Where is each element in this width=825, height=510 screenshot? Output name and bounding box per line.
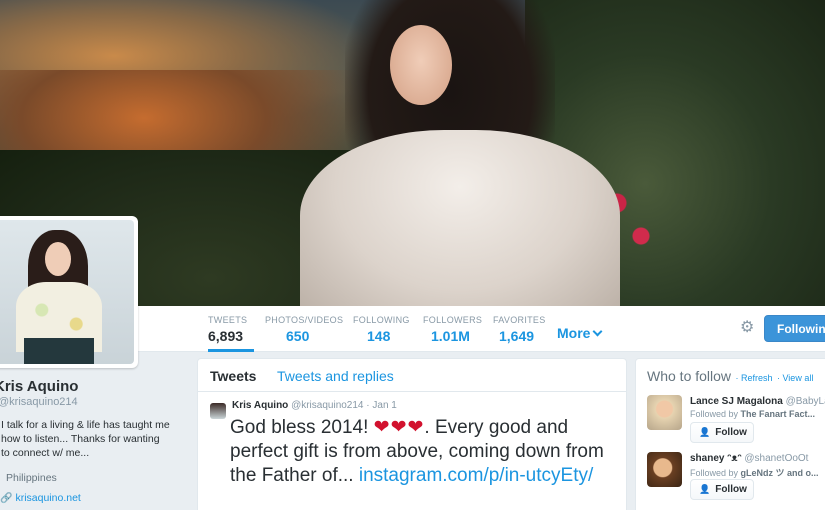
profile-bio: I talk for a living & life has taught me… (1, 419, 170, 459)
tweet-timestamp[interactable]: Jan 1 (372, 400, 396, 411)
followed-by-prefix: Followed by (690, 409, 739, 419)
following-button[interactable]: Following (764, 315, 825, 342)
follow-label: Follow (715, 484, 747, 495)
follow-label: Follow (715, 427, 747, 438)
stat-value: 148 (367, 328, 391, 344)
tab-tweets-and-replies[interactable]: Tweets and replies (277, 368, 394, 384)
more-dropdown[interactable]: More (557, 325, 603, 341)
stat-value: 1.01M (431, 328, 470, 344)
stat-label: FOLLOWERS (423, 315, 483, 325)
who-to-follow-title: Who to follow (647, 368, 732, 384)
tweet[interactable]: Kris Aquino @krisaquino214 · Jan 1 God b… (198, 392, 626, 488)
add-user-icon: 👤 (699, 484, 711, 494)
followed-by-prefix: Followed by (690, 468, 739, 478)
profile-location: Philippines (6, 472, 180, 484)
hearts-emoji: ❤❤❤ (373, 417, 425, 438)
tweet-author-handle[interactable]: @krisaquino214 (291, 400, 363, 411)
tweet-author-name[interactable]: Kris Aquino (232, 400, 288, 411)
more-label: More (557, 325, 591, 341)
followed-by-name[interactable]: gLeNdz ツ and o... (741, 468, 819, 478)
profile-name[interactable]: Kris Aquino (0, 378, 180, 395)
add-user-icon: 👤 (699, 427, 711, 437)
follow-button[interactable]: 👤 Follow (690, 479, 754, 500)
followed-by-name[interactable]: The Fanart Fact... (741, 409, 816, 419)
link-icon: 🔗 (0, 493, 13, 504)
tab-tweets[interactable]: Tweets (210, 368, 256, 384)
chevron-down-icon (593, 326, 603, 337)
stat-photos-videos[interactable]: PHOTOS/VIDEOS 650 (265, 306, 344, 352)
suggested-user-name[interactable]: Lance SJ Magalona (690, 396, 783, 407)
followed-by: Followed by gLeNdz ツ and o... (690, 466, 825, 479)
stat-label: FOLLOWING (353, 315, 410, 325)
stat-label: FAVORITES (493, 315, 546, 325)
suggested-user-name-row: Lance SJ Magalona @BabyLa... (690, 396, 825, 407)
stat-tweets[interactable]: TWEETS 6,893 (208, 306, 254, 352)
website-text[interactable]: krisaquino.net (15, 492, 80, 504)
avatar[interactable] (647, 395, 682, 430)
timeline: Tweets Tweets and replies Kris Aquino @k… (197, 358, 627, 510)
tweet-link[interactable]: instagram.com/p/in-utcyEty/ (359, 465, 593, 486)
followed-by: Followed by The Fanart Fact... (690, 409, 825, 419)
view-all-link[interactable]: View all (782, 373, 813, 383)
who-to-follow-header: Who to follow · Refresh · View all (636, 359, 825, 386)
timeline-tabs: Tweets Tweets and replies (198, 359, 626, 392)
stat-label: PHOTOS/VIDEOS (265, 315, 344, 325)
tweet-header: Kris Aquino @krisaquino214 · Jan 1 (232, 400, 616, 411)
tweet-text-start: God bless 2014! (230, 417, 374, 438)
who-to-follow: Who to follow · Refresh · View all Lance… (635, 358, 825, 510)
suggested-user-name-row: shaney ᵔᴥᵔ @shanetOoOt (690, 453, 825, 464)
profile-handle[interactable]: @krisaquino214 (0, 396, 180, 408)
stat-followers[interactable]: FOLLOWERS 1.01M (423, 306, 483, 352)
profile-avatar[interactable] (0, 216, 138, 368)
avatar[interactable] (647, 452, 682, 487)
stat-following[interactable]: FOLLOWING 148 (353, 306, 410, 352)
stat-label: TWEETS (208, 315, 248, 325)
stat-value: 6,893 (208, 328, 244, 344)
tweet-text: God bless 2014! ❤❤❤. Every good and perf… (230, 416, 630, 488)
profile-card: Kris Aquino @krisaquino214 I talk for a … (0, 378, 180, 504)
follow-button[interactable]: 👤 Follow (690, 422, 754, 443)
stat-value: 650 (286, 328, 310, 344)
tweet-avatar[interactable] (210, 403, 226, 419)
refresh-link[interactable]: Refresh (741, 373, 773, 383)
profile-website[interactable]: 🔗 krisaquino.net (0, 492, 180, 504)
stat-favorites[interactable]: FAVORITES 1,649 (493, 306, 545, 352)
suggested-user-handle[interactable]: @BabyLa... (786, 396, 825, 407)
suggested-user-handle[interactable]: @shanetOoOt (744, 453, 808, 464)
stat-value: 1,649 (499, 328, 535, 344)
suggested-user-name[interactable]: shaney ᵔᴥᵔ (690, 453, 742, 464)
gear-icon[interactable]: ⚙ (740, 320, 756, 336)
location-text: Philippines (6, 472, 57, 484)
